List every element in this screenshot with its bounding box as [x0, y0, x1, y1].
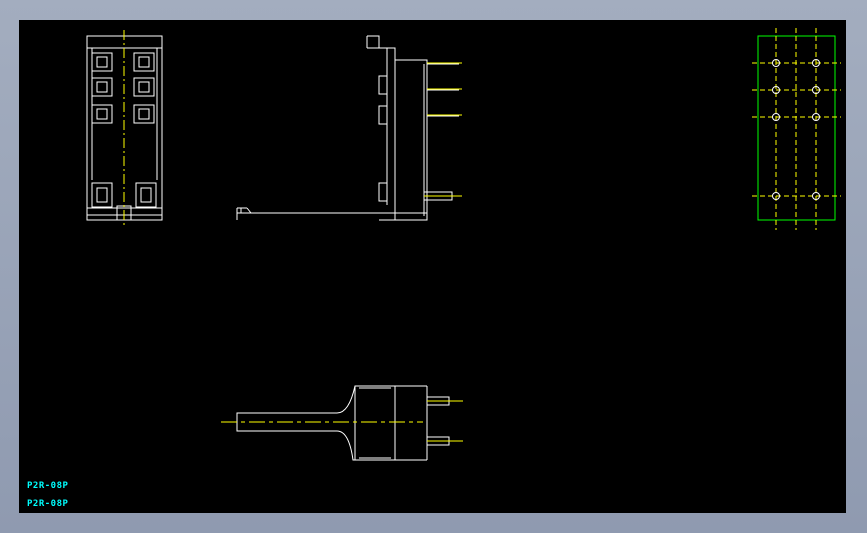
drawing-label: P2R-08P — [27, 481, 69, 491]
drawing-canvas[interactable]: P2R-08P P2R-08P — [19, 20, 846, 513]
window-frame: P2R-08P P2R-08P — [0, 0, 867, 533]
top-view — [236, 385, 450, 461]
top-view-body-outline — [236, 385, 396, 461]
side-view-base — [236, 212, 396, 221]
hole-pattern-view — [752, 28, 841, 230]
side-view-centerlines — [424, 62, 462, 197]
drawing-label: P2R-08P — [27, 499, 69, 509]
terminal-sockets — [91, 52, 155, 124]
cad-drawing — [86, 28, 841, 461]
side-view-right-wall — [367, 35, 396, 221]
side-view-terminal-strip — [394, 59, 428, 221]
side-view — [236, 35, 459, 221]
